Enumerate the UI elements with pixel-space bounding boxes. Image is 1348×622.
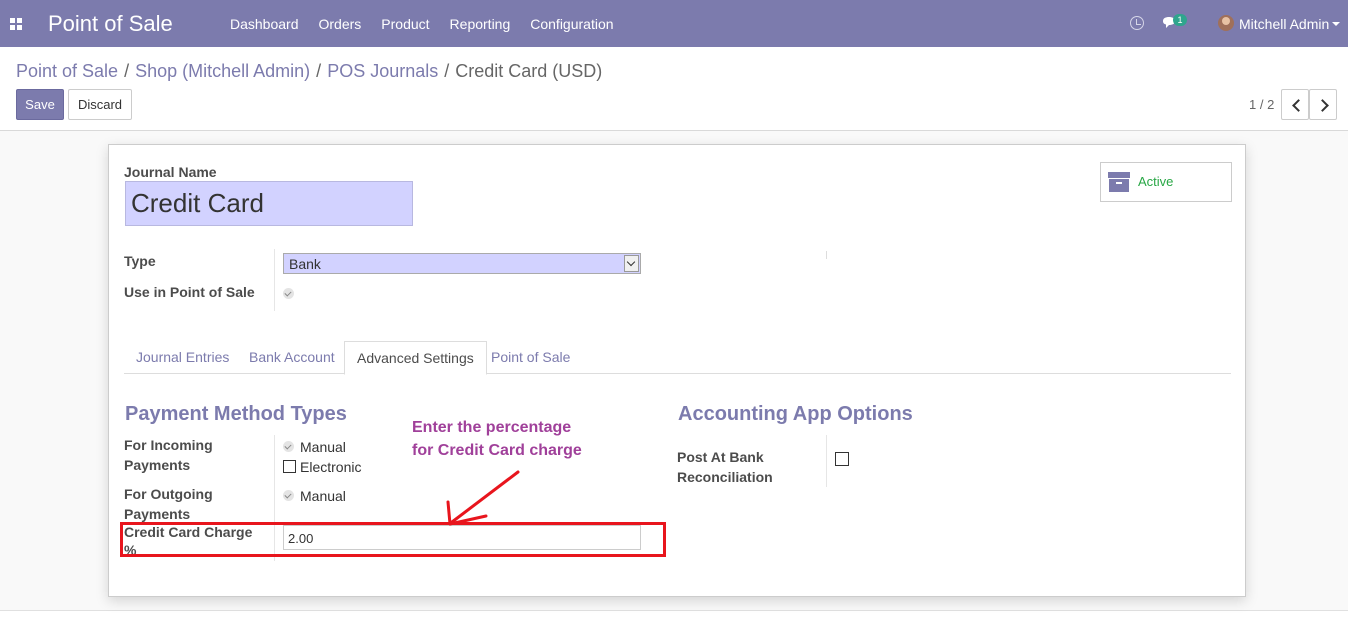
pager-next-button[interactable] xyxy=(1309,89,1337,120)
menu-reporting[interactable]: Reporting xyxy=(450,16,511,32)
top-navbar: Point of Sale Dashboard Orders Product R… xyxy=(0,0,1348,47)
menu-configuration[interactable]: Configuration xyxy=(530,16,613,32)
app-brand[interactable]: Point of Sale xyxy=(48,11,173,37)
annotation-highlight-box xyxy=(120,522,666,557)
notebook-tabs: Journal Entries Bank Account Advanced Se… xyxy=(124,341,1231,375)
breadcrumb-item-shop[interactable]: Shop (Mitchell Admin) xyxy=(135,61,310,81)
type-label: Type xyxy=(124,253,156,269)
breadcrumb-item-pos-journals[interactable]: POS Journals xyxy=(327,61,438,81)
outgoing-manual-checkbox[interactable] xyxy=(283,490,294,501)
outgoing-label-line1: For Outgoing xyxy=(124,486,213,502)
incoming-label-line2: Payments xyxy=(124,457,191,473)
tab-point-of-sale[interactable]: Point of Sale xyxy=(479,341,582,374)
breadcrumb-separator: / xyxy=(124,61,130,81)
tab-journal-entries[interactable]: Journal Entries xyxy=(124,341,241,374)
pager-previous-button[interactable] xyxy=(1281,89,1309,120)
incoming-manual-checkbox[interactable] xyxy=(283,441,294,452)
annotation-arrow-icon xyxy=(446,470,520,526)
post-label-line2: Reconciliation xyxy=(677,469,773,485)
apps-icon[interactable] xyxy=(10,18,22,30)
menu-dashboard[interactable]: Dashboard xyxy=(230,16,299,32)
menu-product[interactable]: Product xyxy=(381,16,429,32)
save-button[interactable]: Save xyxy=(16,89,64,120)
post-label-line1: Post At Bank xyxy=(677,449,764,465)
incoming-manual-label: Manual xyxy=(300,439,346,455)
use-in-pos-checkbox[interactable] xyxy=(283,288,294,299)
annotation-line2: for Credit Card charge xyxy=(412,442,582,459)
accounting-app-options-title: Accounting App Options xyxy=(678,403,913,425)
breadcrumb-separator: / xyxy=(316,61,322,81)
outgoing-payments-label: For Outgoing Payments xyxy=(124,484,213,524)
annotation-line1: Enter the percentage xyxy=(412,419,572,436)
outgoing-label-line2: Payments xyxy=(124,506,191,522)
use-in-pos-label: Use in Point of Sale xyxy=(124,284,255,300)
active-label: Active xyxy=(1138,174,1174,189)
tab-bank-account[interactable]: Bank Account xyxy=(237,341,347,374)
incoming-label-line1: For Incoming xyxy=(124,437,213,453)
bottom-divider xyxy=(0,610,1348,611)
field-separator xyxy=(826,435,827,487)
annotation-text: Enter the percentage for Credit Card cha… xyxy=(412,416,582,462)
breadcrumb: Point of Sale / Shop (Mitchell Admin) / POS … xyxy=(16,61,602,82)
journal-name-label: Journal Name xyxy=(124,164,217,180)
journal-name-input[interactable]: Credit Card xyxy=(125,181,413,226)
field-separator xyxy=(274,249,275,311)
menu-orders[interactable]: Orders xyxy=(319,16,362,32)
type-select[interactable]: Bank xyxy=(283,253,641,274)
active-toggle-button[interactable]: Active xyxy=(1100,162,1232,202)
avatar[interactable] xyxy=(1218,15,1234,31)
payment-method-types-title: Payment Method Types xyxy=(125,403,347,425)
archive-icon xyxy=(1108,172,1130,192)
post-at-bank-reconciliation-checkbox[interactable] xyxy=(835,452,849,466)
outgoing-manual-label: Manual xyxy=(300,488,346,504)
incoming-electronic-checkbox[interactable] xyxy=(283,460,296,473)
tab-advanced-settings[interactable]: Advanced Settings xyxy=(344,341,487,375)
clock-icon[interactable] xyxy=(1130,16,1144,30)
breadcrumb-separator: / xyxy=(444,61,450,81)
post-at-bank-reconciliation-label: Post At Bank Reconciliation xyxy=(677,447,773,487)
discard-button[interactable]: Discard xyxy=(68,89,132,120)
chevron-down-icon[interactable] xyxy=(624,255,639,272)
incoming-payments-label: For Incoming Payments xyxy=(124,435,213,475)
pager-counter[interactable]: 1 / 2 xyxy=(1249,97,1274,112)
breadcrumb-item-point-of-sale[interactable]: Point of Sale xyxy=(16,61,118,81)
incoming-electronic-label: Electronic xyxy=(300,459,362,475)
field-separator xyxy=(826,251,827,259)
chat-badge: 1 xyxy=(1173,14,1187,26)
type-select-value: Bank xyxy=(289,256,321,272)
user-menu[interactable]: Mitchell Admin xyxy=(1239,16,1329,32)
main-menu: Dashboard Orders Product Reporting Confi… xyxy=(230,16,634,32)
breadcrumb-current: Credit Card (USD) xyxy=(455,61,603,81)
caret-down-icon[interactable] xyxy=(1332,22,1340,26)
